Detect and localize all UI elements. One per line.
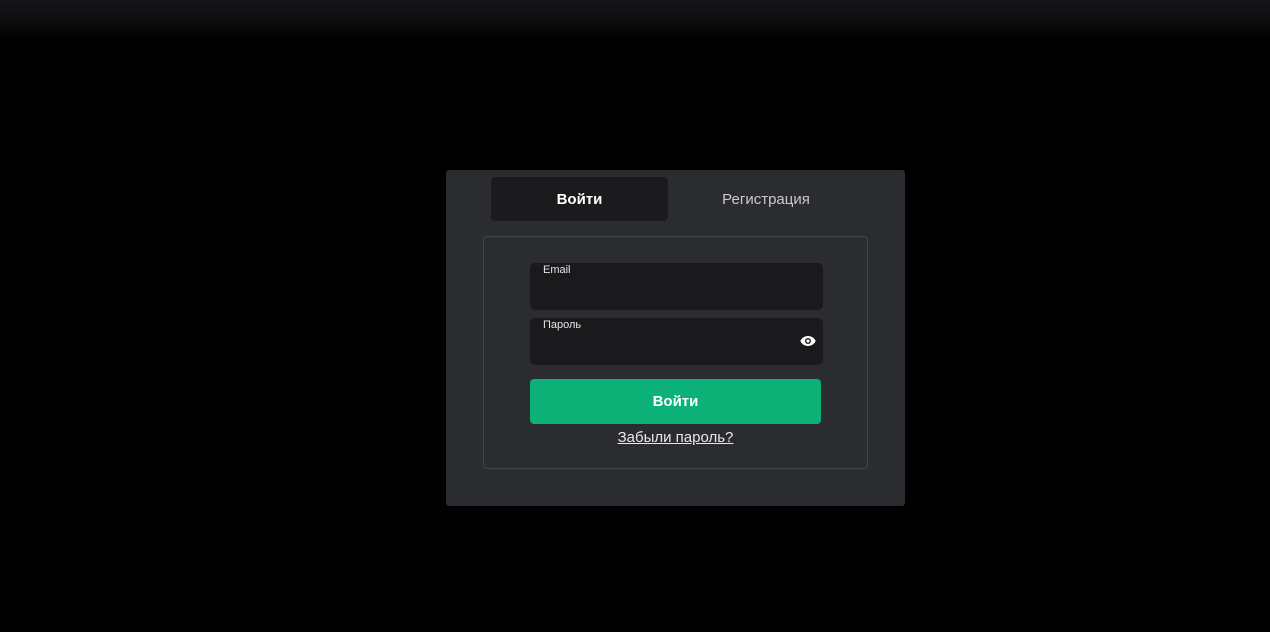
login-form: Email Пароль Войти Забыли пароль? [483,236,868,469]
top-bar [0,0,1270,38]
login-submit-button[interactable]: Войти [530,379,821,424]
password-input[interactable] [543,336,793,360]
email-field[interactable]: Email [530,263,823,310]
password-label: Пароль [543,319,582,331]
password-field[interactable]: Пароль [530,318,823,365]
auth-card: Войти Регистрация Email Пароль Войти Заб… [446,170,905,506]
tab-register[interactable]: Регистрация [679,177,853,221]
forgot-password-link[interactable]: Забыли пароль? [484,429,867,446]
email-label: Email [543,264,571,276]
auth-tabs: Войти Регистрация [491,177,861,221]
tab-login-label: Войти [556,190,603,208]
email-input[interactable] [543,281,793,305]
tab-register-label: Регистрация [722,190,810,208]
eye-icon[interactable] [799,332,817,350]
tab-login[interactable]: Войти [491,177,668,221]
